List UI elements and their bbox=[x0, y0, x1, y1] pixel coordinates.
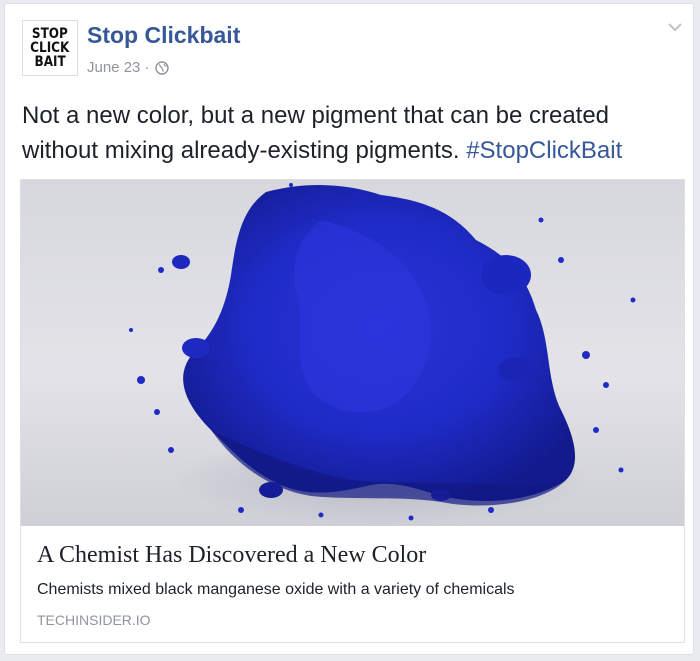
globe-icon[interactable] bbox=[155, 60, 170, 75]
blue-pigment-photo bbox=[129, 183, 636, 525]
avatar-line-3: BAIT bbox=[34, 54, 66, 70]
link-preview-image[interactable] bbox=[21, 180, 684, 526]
page-name-link[interactable]: Stop Clickbait bbox=[87, 22, 240, 49]
meta-separator: · bbox=[144, 59, 150, 76]
avatar-line-2: CLICK bbox=[30, 40, 70, 56]
post-meta: June 23 · bbox=[87, 59, 170, 76]
page-avatar[interactable]: STOP CLICK BAIT bbox=[22, 20, 78, 76]
chevron-down-icon[interactable] bbox=[665, 20, 685, 34]
hashtag-link[interactable]: #StopClickBait bbox=[466, 137, 622, 164]
post-message: Not a new color, but a new pigment that … bbox=[22, 98, 682, 168]
link-domain: TECHINSIDER.IO bbox=[37, 612, 151, 628]
link-title[interactable]: A Chemist Has Discovered a New Color bbox=[37, 542, 426, 569]
link-preview-card[interactable]: A Chemist Has Discovered a New Color Che… bbox=[20, 179, 685, 643]
link-description: Chemists mixed black manganese oxide wit… bbox=[37, 581, 515, 598]
avatar-line-1: STOP bbox=[32, 26, 68, 42]
post-date[interactable]: June 23 bbox=[87, 59, 140, 76]
post-card: STOP CLICK BAIT Stop Clickbait June 23 ·… bbox=[4, 3, 694, 655]
